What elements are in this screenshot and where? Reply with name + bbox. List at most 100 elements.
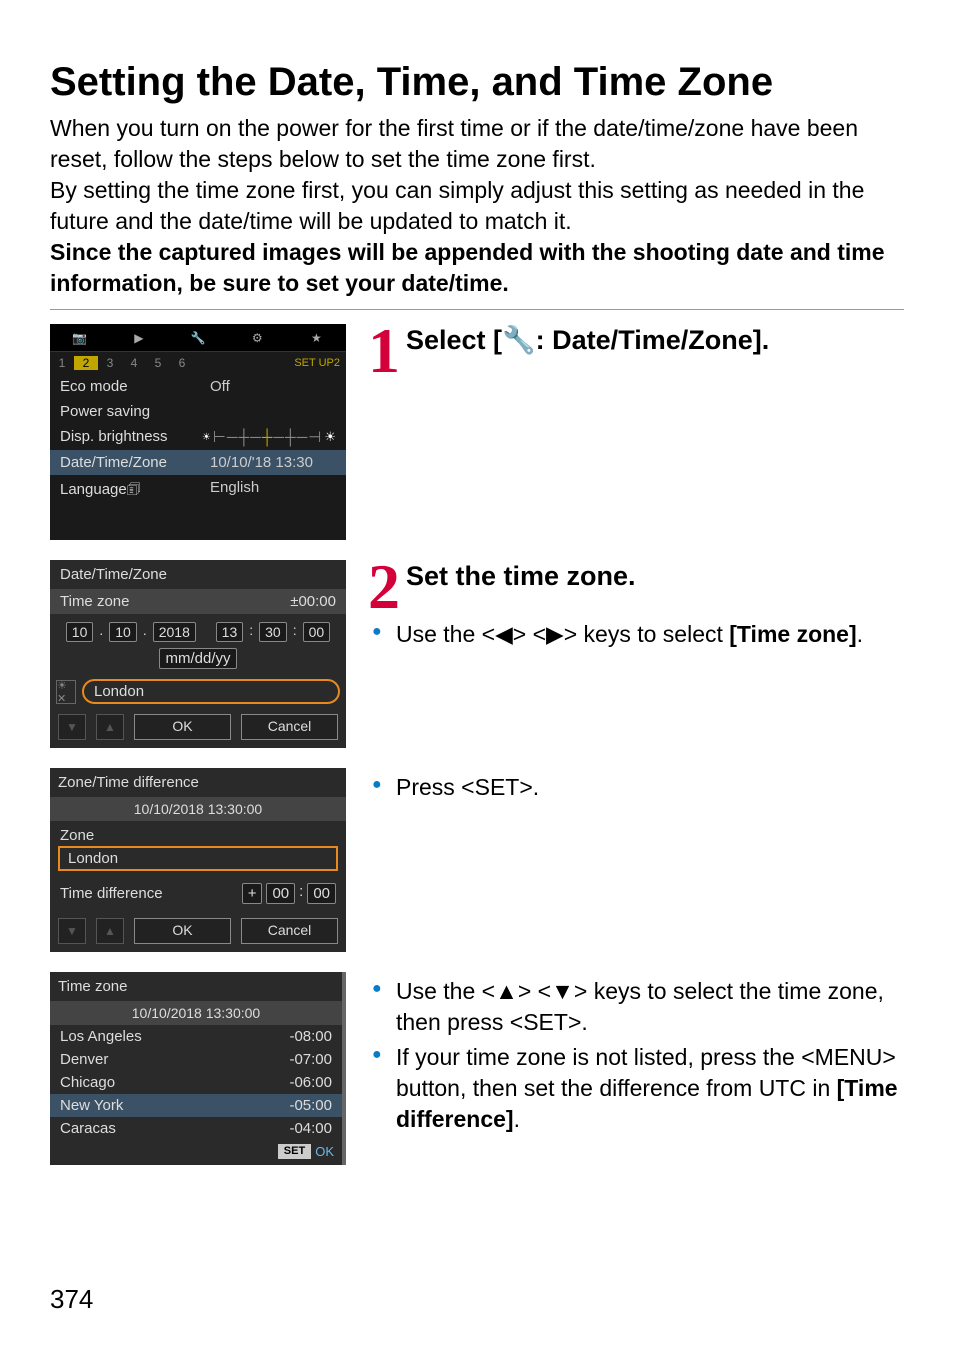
lang-icon: 🗊 (127, 481, 141, 498)
bullet: Use the <◀> <▶> keys to select [Time zon… (368, 619, 904, 650)
second-box: 00 (303, 622, 331, 642)
menu-item: Disp. brightness ☀ ⊢─┼─┼─┼─⊣ ☀ (50, 424, 346, 450)
menu-screenshot: 📷 ▶ 🔧 ⚙ ★ 1 2 3 4 5 6 SET UP2 Eco mode O… (50, 324, 346, 540)
up-arrow-icon: ▲ (96, 918, 124, 944)
footer: SET OK (50, 1140, 342, 1165)
subtab-label: SET UP2 (294, 357, 346, 369)
menu-item: Power saving (50, 399, 346, 424)
ok-button: OK (134, 714, 231, 740)
tz-city: Caracas (60, 1120, 116, 1137)
timezone-list-screenshot: Time zone 10/10/2018 13:30:00 Los Angele… (50, 972, 346, 1165)
menu-val: 10/10/'18 13:30 (210, 454, 313, 471)
step-title: Select [🔧: Date/Time/Zone]. (368, 324, 904, 356)
scroll-indicator (342, 972, 346, 1165)
step-title: Set the time zone. (368, 560, 904, 592)
subtab: 6 (170, 356, 194, 370)
tz-offset: -06:00 (289, 1074, 332, 1091)
menu-val: English (210, 479, 259, 504)
datetime-dialog-screenshot: Date/Time/Zone Time zone ±00:00 10. 10. … (50, 560, 346, 748)
tz-city: Chicago (60, 1074, 115, 1091)
format-box: mm/dd/yy (159, 648, 236, 669)
menu-item: Eco mode Off (50, 374, 346, 399)
cancel-button: Cancel (241, 918, 338, 944)
diff-min-box: 00 (307, 883, 336, 904)
tz-value: ±00:00 (290, 593, 336, 610)
step-number: 2 (368, 560, 400, 614)
tab-star-icon: ★ (287, 324, 346, 351)
set-badge: SET (278, 1144, 311, 1159)
ok-label: OK (315, 1144, 334, 1159)
intro-p3: Since the captured images will be append… (50, 237, 904, 299)
tab-wrench-icon: 🔧 (168, 324, 227, 351)
wrench-icon: 🔧 (502, 324, 536, 356)
divider (50, 309, 904, 310)
subtab: 1 (50, 356, 74, 370)
menu-key: Power saving (60, 403, 210, 420)
zone-label: Zone (50, 821, 346, 846)
dialog-title: Date/Time/Zone (50, 560, 346, 589)
down-arrow-icon: ▼ (58, 918, 86, 944)
date-time-row: 10. 10. 2018 13: 30: 00 (50, 614, 346, 646)
diff-label: Time difference (60, 885, 163, 902)
menu-key: Eco mode (60, 378, 210, 395)
tz-city: New York (60, 1097, 123, 1114)
menu-key: Disp. brightness (60, 428, 202, 446)
slider-track: ⊢─┼─┼─┼─⊣ (213, 428, 323, 446)
tab-camera-icon: 📷 (50, 324, 109, 351)
intro-p2: By setting the time zone first, you can … (50, 175, 904, 237)
tz-row: Los Angeles -08:00 (50, 1025, 342, 1048)
sun-small-icon: ☀ (202, 432, 211, 443)
zone-diff-screenshot: Zone/Time difference 10/10/2018 13:30:00… (50, 768, 346, 952)
year-box: 2018 (153, 622, 196, 642)
menu-item-highlighted: Date/Time/Zone 10/10/'18 13:30 (50, 450, 346, 475)
bullet: Use the <▲> <▼> keys to select the time … (368, 976, 904, 1038)
tz-label: Time zone (60, 593, 129, 610)
datetime-label: 10/10/2018 13:30:00 (50, 797, 346, 821)
day-box: 10 (109, 622, 137, 642)
minute-box: 30 (259, 622, 287, 642)
subtab: 5 (146, 356, 170, 370)
city-dst-row: ☀✕ London (50, 675, 346, 708)
diff-sign-box: + (242, 883, 263, 904)
brightness-slider: ☀ ⊢─┼─┼─┼─⊣ ☀ (202, 428, 336, 446)
dst-icon: ☀✕ (56, 680, 76, 704)
dialog-title: Zone/Time difference (50, 768, 346, 797)
tz-row: Chicago -06:00 (50, 1071, 342, 1094)
tz-offset: -07:00 (289, 1051, 332, 1068)
tz-offset: -04:00 (289, 1120, 332, 1137)
time-diff-row: Time difference + 00: 00 (50, 879, 346, 912)
city-highlight: London (82, 679, 340, 704)
tz-offset: -05:00 (289, 1097, 332, 1114)
page-number: 374 (50, 1284, 93, 1315)
menu-item: Language🗊 English (50, 475, 346, 508)
bullet: Press <SET>. (368, 772, 904, 803)
month-box: 10 (66, 622, 94, 642)
intro-p1: When you turn on the power for the first… (50, 113, 904, 175)
cancel-button: Cancel (241, 714, 338, 740)
timezone-row: Time zone ±00:00 (50, 589, 346, 614)
intro-text: When you turn on the power for the first… (50, 113, 904, 299)
tz-row-highlighted: New York -05:00 (50, 1094, 342, 1117)
step-number: 1 (368, 324, 400, 378)
subtab: 3 (98, 356, 122, 370)
ok-button: OK (134, 918, 231, 944)
diff-hour-box: 00 (266, 883, 295, 904)
tz-city: Denver (60, 1051, 108, 1068)
dialog-title: Time zone (50, 972, 342, 1001)
tab-cog-icon: ⚙ (228, 324, 287, 351)
subtab: 2 (74, 356, 98, 370)
sun-large-icon: ☀ (324, 429, 336, 445)
tz-offset: -08:00 (289, 1028, 332, 1045)
up-arrow-icon: ▲ (96, 714, 124, 740)
datetime-label: 10/10/2018 13:30:00 (50, 1001, 342, 1025)
tz-row: Denver -07:00 (50, 1048, 342, 1071)
bullet: If your time zone is not listed, press t… (368, 1042, 904, 1135)
down-arrow-icon: ▼ (58, 714, 86, 740)
subtab: 4 (122, 356, 146, 370)
zone-value-highlight: London (58, 846, 338, 871)
hour-box: 13 (216, 622, 244, 642)
tz-city: Los Angeles (60, 1028, 142, 1045)
page-title: Setting the Date, Time, and Time Zone (50, 60, 904, 105)
date-format-row: mm/dd/yy (50, 646, 346, 675)
menu-val: Off (210, 378, 230, 395)
